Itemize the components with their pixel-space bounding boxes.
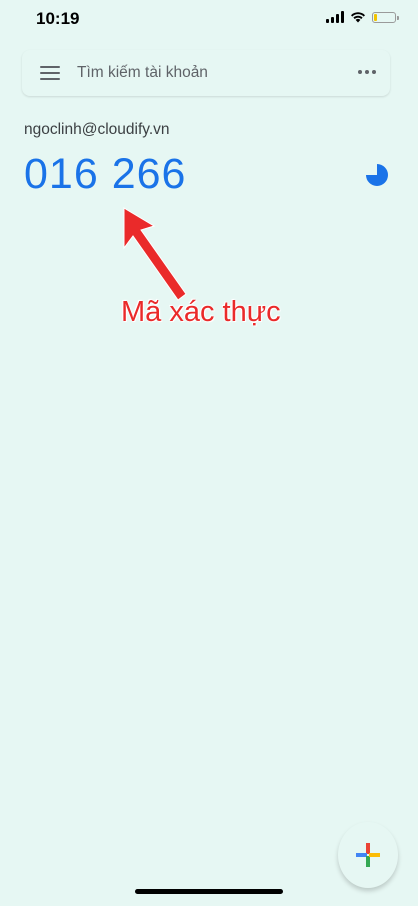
plus-icon [356, 843, 380, 867]
cellular-signal-icon [326, 11, 344, 23]
wifi-icon [351, 12, 365, 23]
search-bar[interactable]: Tìm kiếm tài khoản [22, 50, 390, 96]
annotation-label: Mã xác thực [121, 296, 281, 328]
countdown-timer-icon [366, 164, 388, 186]
status-icons [326, 11, 399, 23]
search-input[interactable]: Tìm kiếm tài khoản [77, 64, 208, 82]
otp-code[interactable]: 016 266 [24, 150, 186, 199]
battery-icon [372, 11, 399, 23]
status-time: 10:19 [36, 9, 80, 28]
account-email: ngoclinh@cloudify.vn [24, 121, 170, 138]
battery-level [374, 13, 377, 21]
annotation-arrow [123, 207, 187, 301]
add-account-button[interactable] [338, 822, 398, 888]
status-bar: 10:19 [0, 0, 418, 40]
home-indicator[interactable] [135, 889, 283, 894]
hamburger-menu-icon[interactable] [40, 66, 60, 80]
more-horizontal-icon[interactable] [358, 70, 376, 74]
